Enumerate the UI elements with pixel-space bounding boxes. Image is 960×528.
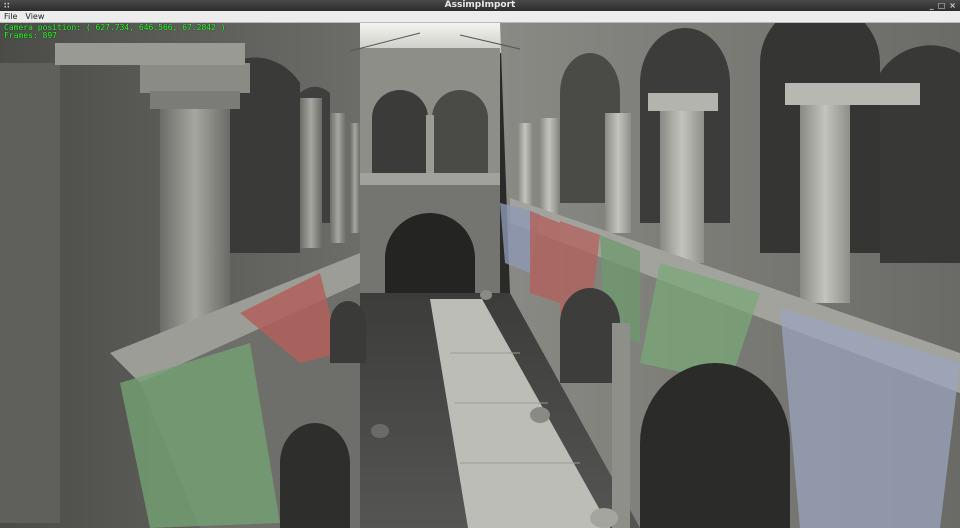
- sponza-scene-render: [0, 23, 960, 528]
- hud-overlay: Camera position: ( 627.734, 646.566, 67.…: [4, 24, 226, 40]
- maximize-icon[interactable]: □: [938, 0, 946, 11]
- window-controls: _ □ ×: [930, 0, 956, 11]
- render-viewport[interactable]: [0, 23, 960, 528]
- close-icon[interactable]: ×: [949, 0, 956, 11]
- minimize-icon[interactable]: _: [930, 0, 934, 11]
- frames-value: 897: [42, 31, 57, 40]
- menu-view[interactable]: View: [25, 11, 44, 22]
- window-grip-icon[interactable]: ∷: [4, 0, 10, 11]
- menu-bar: File View: [0, 11, 960, 23]
- window-titlebar[interactable]: ∷ AssimpImport _ □ ×: [0, 0, 960, 11]
- window-title: AssimpImport: [444, 0, 516, 10]
- frames-label: Frames:: [4, 31, 38, 40]
- camera-position-value: ( 627.734, 646.566, 67.2842 ): [85, 23, 226, 32]
- menu-file[interactable]: File: [4, 11, 17, 22]
